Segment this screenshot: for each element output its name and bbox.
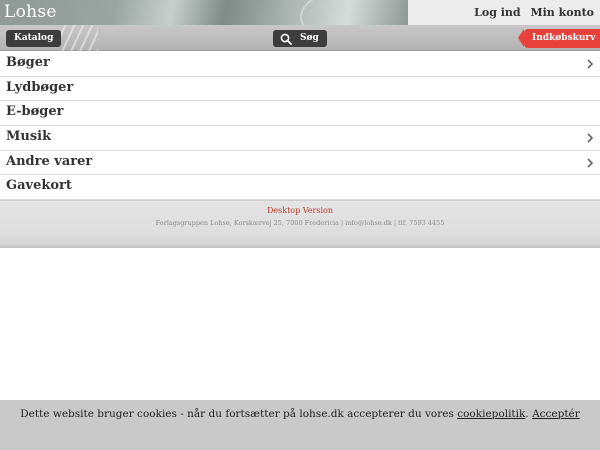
cart-button[interactable]: Indkøbskurv	[518, 29, 600, 48]
chevron-right-icon	[587, 59, 594, 69]
footer-shadow	[0, 244, 600, 248]
search-label: Søg	[300, 33, 319, 43]
menu-item-e-boger[interactable]: E-bøger	[0, 101, 600, 127]
chevron-right-icon	[587, 158, 594, 168]
toolbar: Katalog Søg Indkøbskurv	[0, 25, 600, 51]
category-menu: Bøger Lydbøger E-bøger Musik Andre varer…	[0, 52, 600, 201]
toolbar-decoration	[58, 25, 98, 51]
footer-address: Forlagsgruppen Lohse, Korskærvej 25, 700…	[155, 219, 445, 227]
logo-banner[interactable]: Lohse	[0, 0, 408, 25]
cookie-separator: .	[525, 408, 529, 420]
chevron-right-icon	[587, 133, 594, 143]
menu-item-boger[interactable]: Bøger	[0, 52, 600, 77]
menu-item-label: Gavekort	[6, 178, 72, 194]
search-icon	[280, 33, 292, 45]
search-button[interactable]: Søg	[273, 30, 327, 47]
cookie-message: Dette website bruger cookies - når du fo…	[0, 408, 600, 420]
site-logo[interactable]: Lohse	[4, 2, 57, 22]
menu-item-label: E-bøger	[6, 104, 64, 120]
cookie-text: Dette website bruger cookies - når du fo…	[20, 408, 454, 420]
site-footer: Desktop Version Forlagsgruppen Lohse, Ko…	[0, 200, 600, 248]
top-header: Lohse Log ind Min konto	[0, 0, 600, 25]
my-account-link[interactable]: Min konto	[530, 6, 594, 19]
menu-item-lydboger[interactable]: Lydbøger	[0, 76, 600, 102]
menu-item-label: Bøger	[6, 55, 50, 70]
desktop-version-link[interactable]: Desktop Version	[0, 206, 600, 215]
menu-item-musik[interactable]: Musik	[0, 126, 600, 151]
menu-item-gavekort[interactable]: Gavekort	[0, 175, 600, 201]
login-link[interactable]: Log ind	[474, 6, 520, 19]
menu-item-label: Andre varer	[6, 153, 93, 169]
menu-item-label: Musik	[6, 129, 52, 145]
menu-item-andre-varer[interactable]: Andre varer	[0, 150, 600, 176]
menu-item-label: Lydbøger	[6, 79, 74, 95]
cookie-banner: Dette website bruger cookies - når du fo…	[0, 400, 600, 450]
catalog-button[interactable]: Katalog	[6, 30, 62, 47]
cookie-accept-link[interactable]: Acceptér	[532, 408, 580, 420]
account-links: Log ind Min konto	[474, 6, 594, 19]
cookie-policy-link[interactable]: cookiepolitik	[457, 408, 525, 420]
